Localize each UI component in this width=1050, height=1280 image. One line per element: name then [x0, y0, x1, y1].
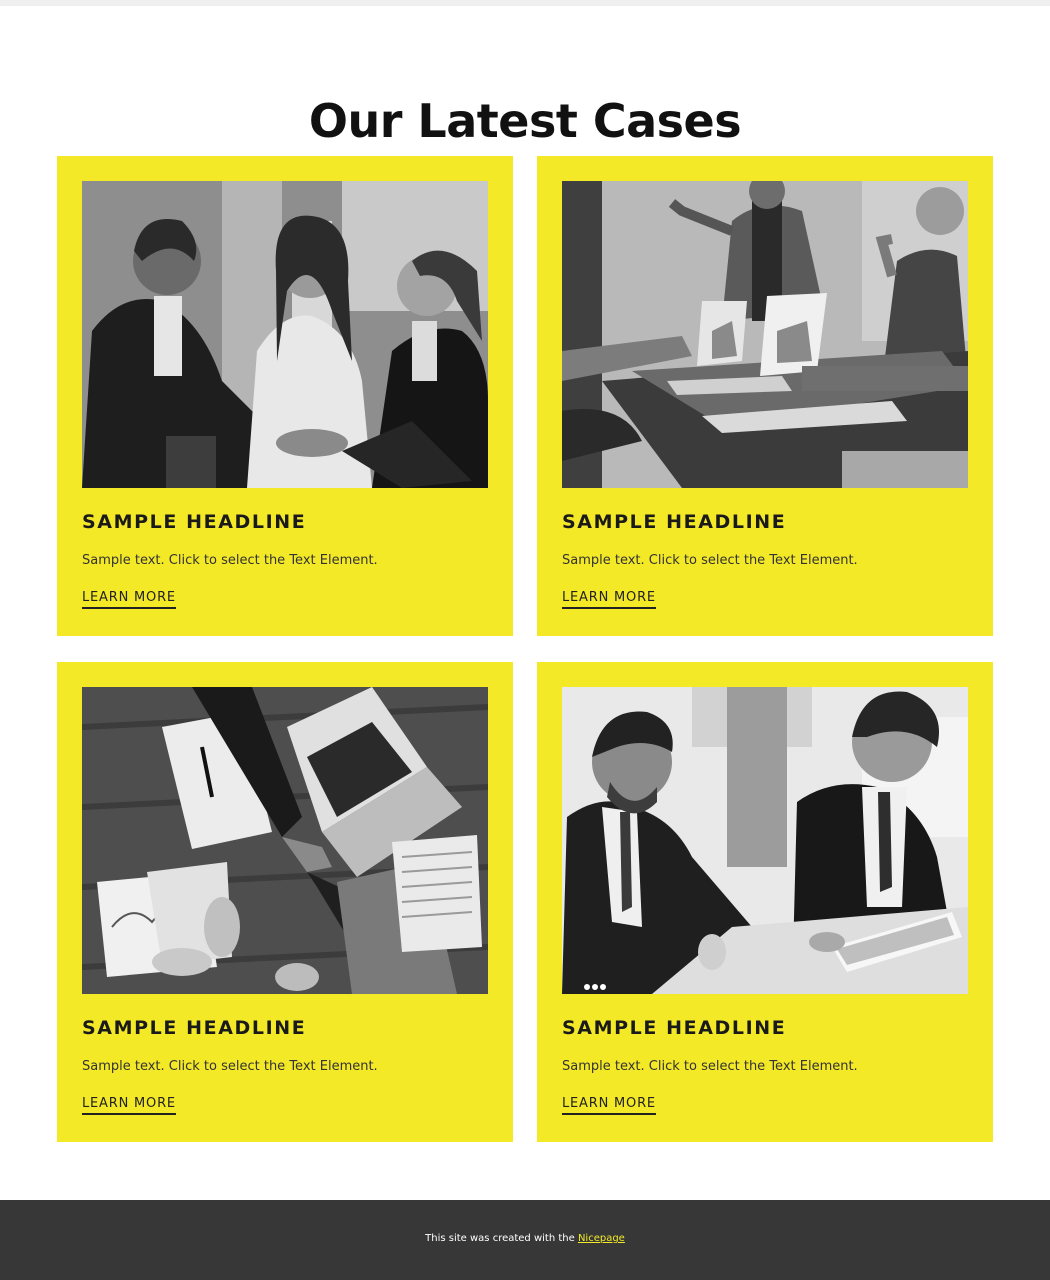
footer-credit-text: This site was created with the	[425, 1233, 575, 1244]
site-footer: This site was created with the Nicepage	[0, 1200, 1050, 1280]
learn-more-link[interactable]: LEARN MORE	[562, 590, 656, 609]
page-title: Our Latest Cases	[308, 93, 742, 148]
card-headline: SAMPLE HEADLINE	[562, 1017, 787, 1039]
learn-more-link[interactable]: LEARN MORE	[562, 1096, 656, 1115]
case-image-business-handshake	[82, 181, 488, 488]
nicepage-link[interactable]: Nicepage	[578, 1233, 625, 1244]
top-strip	[0, 0, 1050, 6]
card-text: Sample text. Click to select the Text El…	[82, 1059, 378, 1074]
case-image-businessmen-with-tablet	[562, 687, 968, 994]
case-card: SAMPLE HEADLINE Sample text. Click to se…	[57, 662, 513, 1142]
card-headline: SAMPLE HEADLINE	[562, 511, 787, 533]
case-card: SAMPLE HEADLINE Sample text. Click to se…	[57, 156, 513, 636]
case-card: SAMPLE HEADLINE Sample text. Click to se…	[537, 662, 993, 1142]
footer-text: This site was created with the Nicepage	[0, 1233, 1050, 1244]
learn-more-link[interactable]: LEARN MORE	[82, 590, 176, 609]
card-text: Sample text. Click to select the Text El…	[562, 1059, 858, 1074]
card-text: Sample text. Click to select the Text El…	[82, 553, 378, 568]
case-card: SAMPLE HEADLINE Sample text. Click to se…	[537, 156, 993, 636]
card-headline: SAMPLE HEADLINE	[82, 511, 307, 533]
case-image-desk-handshake-top-view	[82, 687, 488, 994]
learn-more-link[interactable]: LEARN MORE	[82, 1096, 176, 1115]
card-headline: SAMPLE HEADLINE	[82, 1017, 307, 1039]
card-text: Sample text. Click to select the Text El…	[562, 553, 858, 568]
case-image-office-presentation	[562, 181, 968, 488]
